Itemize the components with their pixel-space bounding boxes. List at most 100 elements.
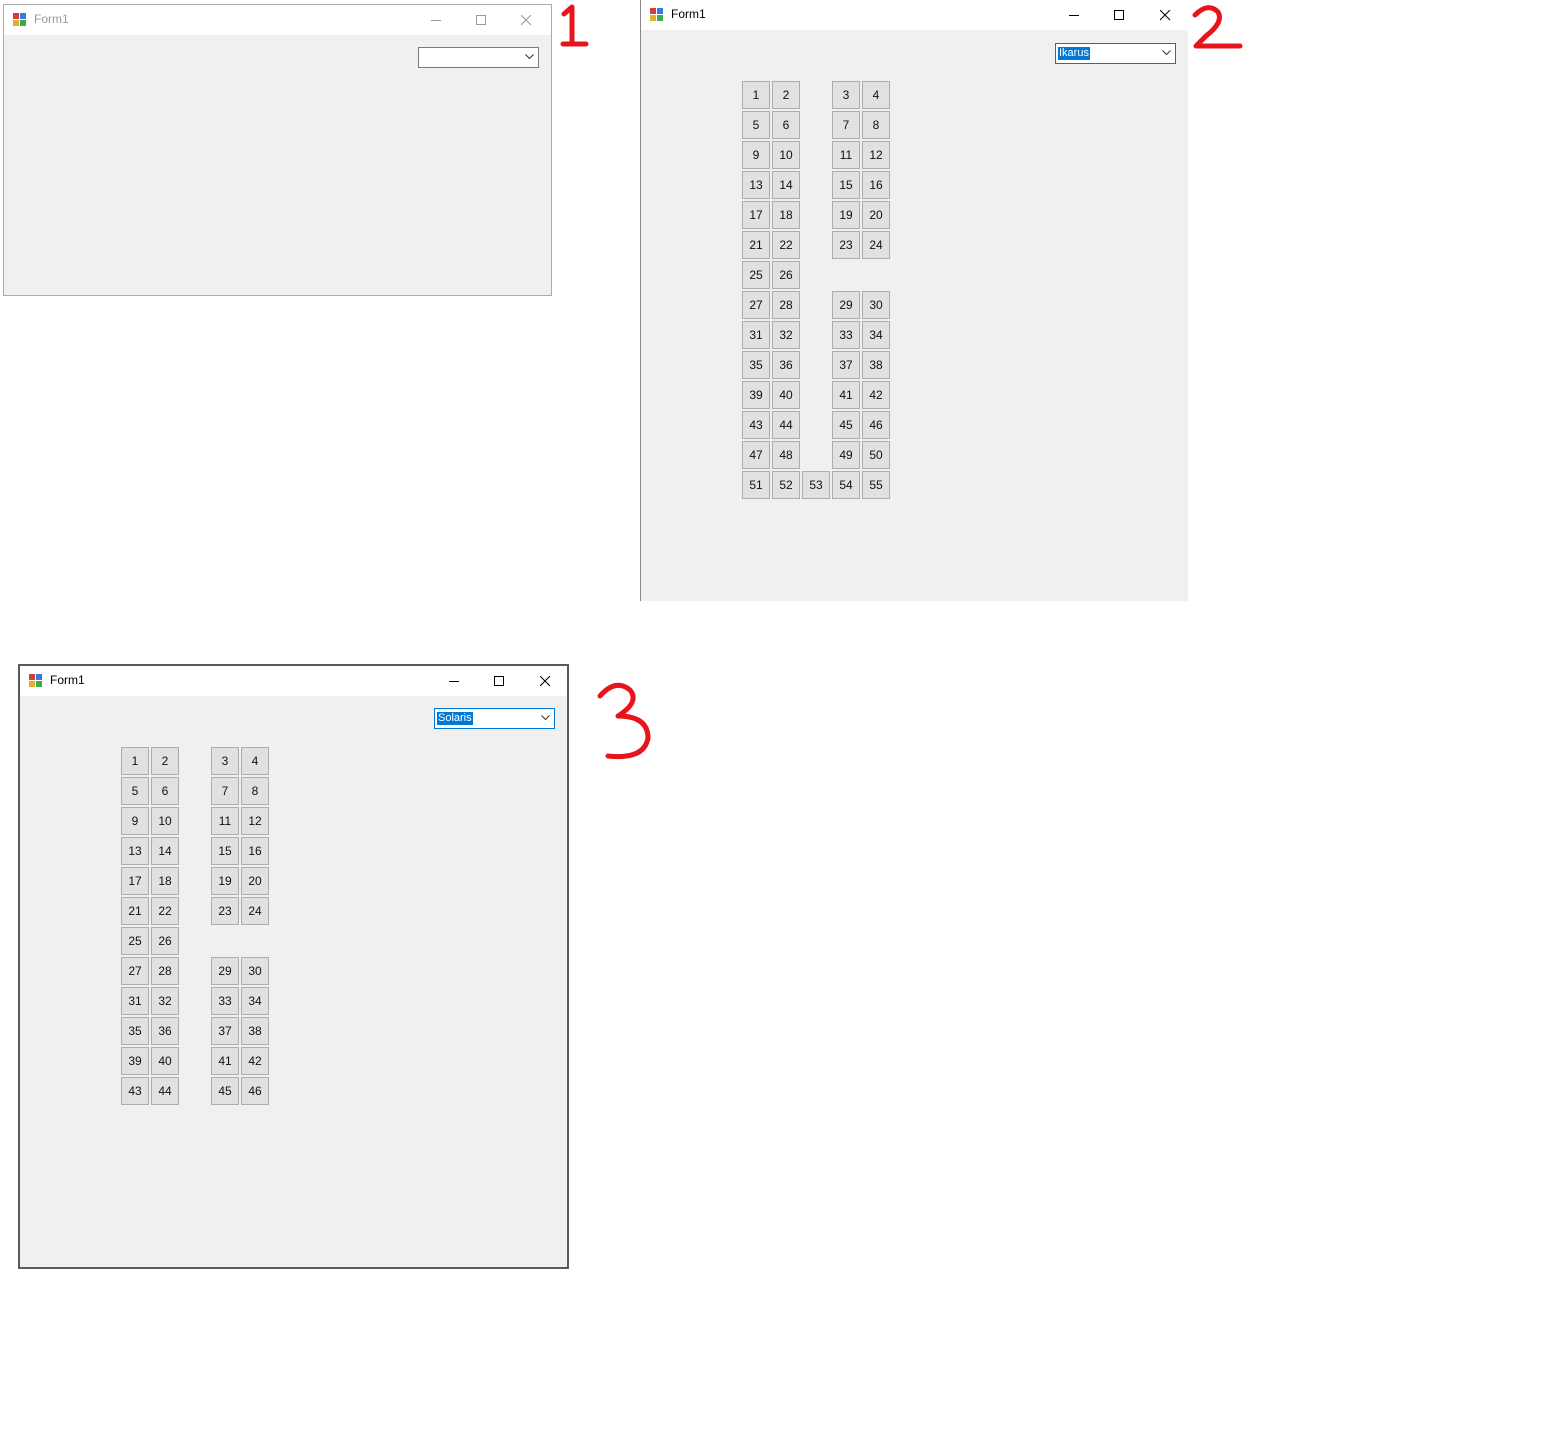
seat-button-42[interactable]: 42: [862, 381, 890, 409]
seat-button-10[interactable]: 10: [151, 807, 179, 835]
bus-model-combobox[interactable]: Ikarus: [1055, 43, 1176, 64]
seat-button-8[interactable]: 8: [241, 777, 269, 805]
seat-button-26[interactable]: 26: [151, 927, 179, 955]
seat-button-8[interactable]: 8: [862, 111, 890, 139]
seat-button-38[interactable]: 38: [862, 351, 890, 379]
seat-button-24[interactable]: 24: [862, 231, 890, 259]
seat-button-23[interactable]: 23: [211, 897, 239, 925]
seat-button-31[interactable]: 31: [121, 987, 149, 1015]
close-button[interactable]: [523, 666, 568, 696]
title-bar[interactable]: Form1: [641, 0, 1188, 30]
seat-button-48[interactable]: 48: [772, 441, 800, 469]
seat-button-17[interactable]: 17: [121, 867, 149, 895]
seat-button-21[interactable]: 21: [121, 897, 149, 925]
seat-button-53[interactable]: 53: [802, 471, 830, 499]
bus-model-combobox[interactable]: [418, 47, 539, 68]
seat-button-1[interactable]: 1: [742, 81, 770, 109]
seat-button-4[interactable]: 4: [862, 81, 890, 109]
seat-button-16[interactable]: 16: [862, 171, 890, 199]
seat-button-9[interactable]: 9: [742, 141, 770, 169]
seat-button-20[interactable]: 20: [241, 867, 269, 895]
close-button[interactable]: [1143, 0, 1188, 30]
seat-button-28[interactable]: 28: [151, 957, 179, 985]
seat-button-19[interactable]: 19: [211, 867, 239, 895]
bus-model-combobox[interactable]: Solaris: [434, 708, 555, 729]
maximize-button[interactable]: [459, 5, 504, 35]
seat-button-50[interactable]: 50: [862, 441, 890, 469]
maximize-button[interactable]: [1097, 0, 1142, 30]
seat-button-12[interactable]: 12: [241, 807, 269, 835]
seat-button-40[interactable]: 40: [151, 1047, 179, 1075]
seat-button-38[interactable]: 38: [241, 1017, 269, 1045]
seat-button-32[interactable]: 32: [151, 987, 179, 1015]
seat-button-39[interactable]: 39: [742, 381, 770, 409]
seat-button-37[interactable]: 37: [832, 351, 860, 379]
seat-button-7[interactable]: 7: [211, 777, 239, 805]
seat-button-18[interactable]: 18: [772, 201, 800, 229]
seat-button-20[interactable]: 20: [862, 201, 890, 229]
seat-button-3[interactable]: 3: [832, 81, 860, 109]
maximize-button[interactable]: [477, 666, 522, 696]
seat-button-14[interactable]: 14: [772, 171, 800, 199]
seat-button-2[interactable]: 2: [151, 747, 179, 775]
seat-button-13[interactable]: 13: [742, 171, 770, 199]
seat-button-36[interactable]: 36: [772, 351, 800, 379]
seat-button-4[interactable]: 4: [241, 747, 269, 775]
seat-button-39[interactable]: 39: [121, 1047, 149, 1075]
seat-button-43[interactable]: 43: [742, 411, 770, 439]
seat-button-49[interactable]: 49: [832, 441, 860, 469]
seat-button-11[interactable]: 11: [211, 807, 239, 835]
seat-button-44[interactable]: 44: [151, 1077, 179, 1105]
seat-button-37[interactable]: 37: [211, 1017, 239, 1045]
seat-button-52[interactable]: 52: [772, 471, 800, 499]
seat-button-22[interactable]: 22: [151, 897, 179, 925]
title-bar[interactable]: Form1: [4, 5, 551, 35]
seat-button-18[interactable]: 18: [151, 867, 179, 895]
seat-button-27[interactable]: 27: [742, 291, 770, 319]
seat-button-29[interactable]: 29: [832, 291, 860, 319]
seat-button-26[interactable]: 26: [772, 261, 800, 289]
seat-button-41[interactable]: 41: [832, 381, 860, 409]
minimize-button[interactable]: [1052, 0, 1097, 30]
seat-button-41[interactable]: 41: [211, 1047, 239, 1075]
seat-button-10[interactable]: 10: [772, 141, 800, 169]
seat-button-45[interactable]: 45: [832, 411, 860, 439]
seat-button-45[interactable]: 45: [211, 1077, 239, 1105]
title-bar[interactable]: Form1: [20, 666, 567, 696]
seat-button-5[interactable]: 5: [742, 111, 770, 139]
seat-button-24[interactable]: 24: [241, 897, 269, 925]
minimize-button[interactable]: [432, 666, 477, 696]
seat-button-19[interactable]: 19: [832, 201, 860, 229]
seat-button-31[interactable]: 31: [742, 321, 770, 349]
seat-button-27[interactable]: 27: [121, 957, 149, 985]
seat-button-21[interactable]: 21: [742, 231, 770, 259]
seat-button-22[interactable]: 22: [772, 231, 800, 259]
seat-button-25[interactable]: 25: [742, 261, 770, 289]
seat-button-16[interactable]: 16: [241, 837, 269, 865]
seat-button-47[interactable]: 47: [742, 441, 770, 469]
seat-button-35[interactable]: 35: [121, 1017, 149, 1045]
seat-button-12[interactable]: 12: [862, 141, 890, 169]
seat-button-15[interactable]: 15: [832, 171, 860, 199]
seat-button-54[interactable]: 54: [832, 471, 860, 499]
seat-button-55[interactable]: 55: [862, 471, 890, 499]
seat-button-46[interactable]: 46: [862, 411, 890, 439]
seat-button-1[interactable]: 1: [121, 747, 149, 775]
seat-button-36[interactable]: 36: [151, 1017, 179, 1045]
seat-button-30[interactable]: 30: [862, 291, 890, 319]
seat-button-23[interactable]: 23: [832, 231, 860, 259]
seat-button-17[interactable]: 17: [742, 201, 770, 229]
seat-button-9[interactable]: 9: [121, 807, 149, 835]
seat-button-30[interactable]: 30: [241, 957, 269, 985]
seat-button-6[interactable]: 6: [151, 777, 179, 805]
seat-button-6[interactable]: 6: [772, 111, 800, 139]
seat-button-25[interactable]: 25: [121, 927, 149, 955]
seat-button-11[interactable]: 11: [832, 141, 860, 169]
seat-button-32[interactable]: 32: [772, 321, 800, 349]
seat-button-28[interactable]: 28: [772, 291, 800, 319]
seat-button-5[interactable]: 5: [121, 777, 149, 805]
minimize-button[interactable]: [414, 5, 459, 35]
seat-button-15[interactable]: 15: [211, 837, 239, 865]
seat-button-43[interactable]: 43: [121, 1077, 149, 1105]
seat-button-46[interactable]: 46: [241, 1077, 269, 1105]
